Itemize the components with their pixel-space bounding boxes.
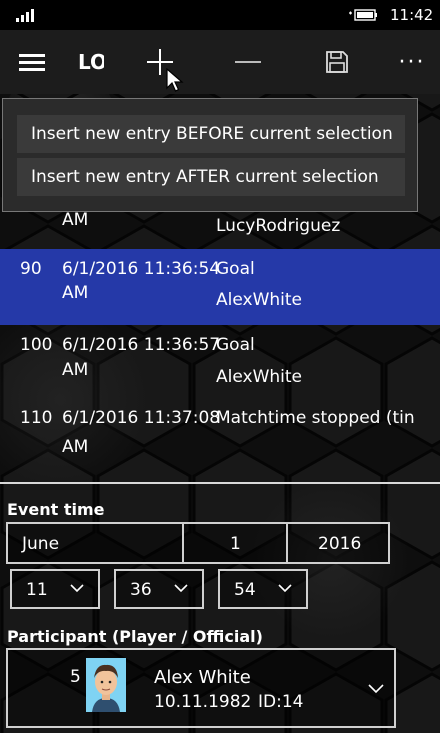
hamburger-icon	[19, 50, 45, 75]
participant-name: Alex White	[154, 667, 251, 688]
ellipsis-icon: ···	[398, 49, 426, 75]
date-picker[interactable]: June 1 2016	[6, 522, 390, 564]
save-icon	[326, 51, 348, 73]
entry-number: 100	[20, 335, 53, 355]
chevron-down-icon	[174, 584, 188, 593]
list-item-selected[interactable]: 90 6/1/2016 11:36:54 AM Goal AlexWhite	[0, 249, 440, 325]
entry-type: Goal	[216, 259, 255, 279]
entry-time: 6/1/2016 11:36:57	[62, 335, 221, 355]
more-options-button[interactable]: ···	[392, 30, 432, 94]
chevron-down-icon	[368, 684, 384, 694]
entry-participant: LucyRodriguez	[216, 216, 341, 236]
remove-entry-button[interactable]	[228, 30, 268, 94]
participant-select[interactable]: 5 Alex White 10.11.1982 ID:14	[6, 648, 396, 728]
entry-time-ampm: AM	[62, 283, 89, 303]
entry-participant: AlexWhite	[216, 290, 303, 310]
insert-flyout-menu: Insert new entry BEFORE current selectio…	[2, 98, 418, 212]
list-item[interactable]: 100 6/1/2016 11:36:57 AM Goal AlexWhite	[0, 325, 440, 395]
divider	[0, 482, 440, 484]
second-select[interactable]: 54	[218, 569, 308, 609]
page-title: LO	[78, 50, 104, 74]
signal-icon	[16, 8, 36, 22]
entry-time-ampm: AM	[62, 360, 89, 380]
entry-number: 90	[20, 259, 42, 279]
hour-select[interactable]: 11	[10, 569, 100, 609]
participant-number: 5	[70, 667, 81, 687]
insert-before-menu-item[interactable]: Insert new entry BEFORE current selectio…	[17, 115, 405, 153]
date-day: 1	[230, 534, 241, 554]
insert-after-menu-item[interactable]: Insert new entry AFTER current selection	[17, 158, 405, 196]
avatar	[86, 658, 126, 712]
mouse-cursor-icon	[166, 68, 184, 92]
status-bar: 11:42	[0, 0, 440, 30]
participant-id: ID:14	[258, 692, 304, 712]
event-time-label: Event time	[7, 500, 105, 519]
entry-type: Matchtime stopped (tin	[216, 408, 415, 428]
second-value: 54	[234, 580, 256, 600]
app-bar: LO ···	[0, 30, 440, 94]
minute-select[interactable]: 36	[114, 569, 204, 609]
date-year: 2016	[318, 534, 362, 554]
participant-label: Participant (Player / Official)	[7, 627, 263, 646]
clock: 11:42	[390, 6, 434, 24]
entry-time: 6/1/2016 11:36:54	[62, 259, 221, 279]
entry-time-ampm: AM	[62, 210, 89, 230]
hamburger-menu-button[interactable]	[10, 30, 54, 94]
list-item[interactable]: 110 6/1/2016 11:37:08 AM Matchtime stopp…	[0, 395, 440, 465]
participant-dob: 10.11.1982	[154, 692, 252, 712]
minus-icon	[235, 61, 261, 63]
entry-time: 6/1/2016 11:37:08	[62, 408, 221, 428]
entry-number: 110	[20, 408, 53, 428]
chevron-down-icon	[70, 584, 84, 593]
chevron-down-icon	[278, 584, 292, 593]
minute-value: 36	[130, 580, 152, 600]
entry-participant: AlexWhite	[216, 367, 303, 387]
entry-time-ampm: AM	[62, 437, 89, 457]
hour-value: 11	[26, 580, 48, 600]
save-button[interactable]	[322, 30, 352, 94]
entry-type: Goal	[216, 335, 255, 355]
battery-icon	[349, 9, 377, 21]
date-month: June	[22, 534, 60, 554]
